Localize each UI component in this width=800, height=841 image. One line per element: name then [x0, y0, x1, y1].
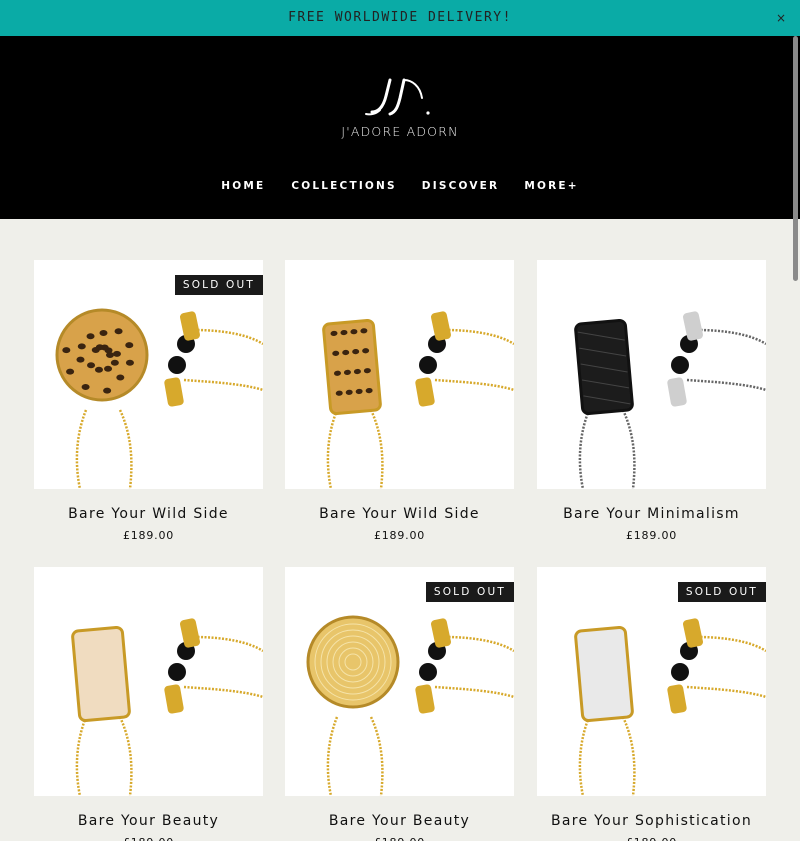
necklace-image [322, 311, 514, 489]
product-card[interactable]: SOLD OUT Bare Your Wild Side £189.00 [34, 260, 263, 542]
brand-logo[interactable]: J'ADORE ADORN [330, 76, 470, 144]
product-card[interactable]: Bare Your Wild Side £189.00 [285, 260, 514, 542]
product-title[interactable]: Bare Your Beauty [14, 813, 283, 829]
product-price: £189.00 [537, 836, 766, 841]
product-price: £189.00 [373, 529, 426, 542]
product-price: £189.00 [285, 836, 514, 841]
product-image[interactable]: SOLD OUT [537, 567, 766, 796]
sold-out-badge: SOLD OUT [677, 582, 766, 602]
product-title[interactable]: Bare Your Wild Side [14, 506, 283, 522]
announcement-bar: FREE WORLDWIDE DELIVERY! × [0, 0, 800, 36]
product-card[interactable]: Bare Your Minimalism £189.00 [537, 260, 766, 542]
jadore-adorn-logo-icon [365, 78, 430, 116]
close-icon[interactable]: × [776, 10, 786, 26]
necklace-image [71, 618, 263, 796]
product-image[interactable]: SOLD OUT [285, 567, 514, 796]
site-header: J'ADORE ADORN HOME COLLECTIONS DISCOVER … [0, 36, 800, 219]
product-image[interactable] [34, 567, 263, 796]
brand-name: J'ADORE ADORN [341, 124, 459, 139]
product-title[interactable]: Bare Your Beauty [265, 813, 534, 829]
nav-discover[interactable]: DISCOVER [422, 180, 500, 192]
product-image[interactable] [537, 260, 766, 489]
sold-out-badge: SOLD OUT [174, 275, 263, 295]
nav-home[interactable]: HOME [221, 180, 265, 192]
nav-collections[interactable]: COLLECTIONS [291, 180, 396, 192]
page-scrollbar[interactable] [790, 36, 800, 841]
product-title[interactable]: Bare Your Minimalism [517, 506, 786, 522]
main-nav: HOME COLLECTIONS DISCOVER MORE+ [0, 180, 800, 192]
product-image[interactable]: SOLD OUT [34, 260, 263, 489]
product-card[interactable]: SOLD OUTBare Your Sophistication£189.00 [537, 567, 766, 841]
scrollbar-thumb[interactable] [793, 36, 798, 281]
product-title[interactable]: Bare Your Sophistication [517, 813, 786, 829]
product-price: £189.00 [625, 529, 678, 542]
sold-out-badge: SOLD OUT [425, 582, 514, 602]
product-price: £189.00 [122, 529, 175, 542]
announcement-text: FREE WORLDWIDE DELIVERY! [288, 10, 512, 25]
product-card[interactable]: SOLD OUTBare Your Beauty£189.00 [285, 567, 514, 841]
product-card[interactable]: Bare Your Beauty£189.00 [34, 567, 263, 841]
product-title[interactable]: Bare Your Wild Side [265, 506, 534, 522]
product-price: £189.00 [34, 836, 263, 841]
necklace-image [574, 311, 766, 489]
nav-more[interactable]: MORE+ [524, 180, 578, 192]
product-image[interactable] [285, 260, 514, 489]
